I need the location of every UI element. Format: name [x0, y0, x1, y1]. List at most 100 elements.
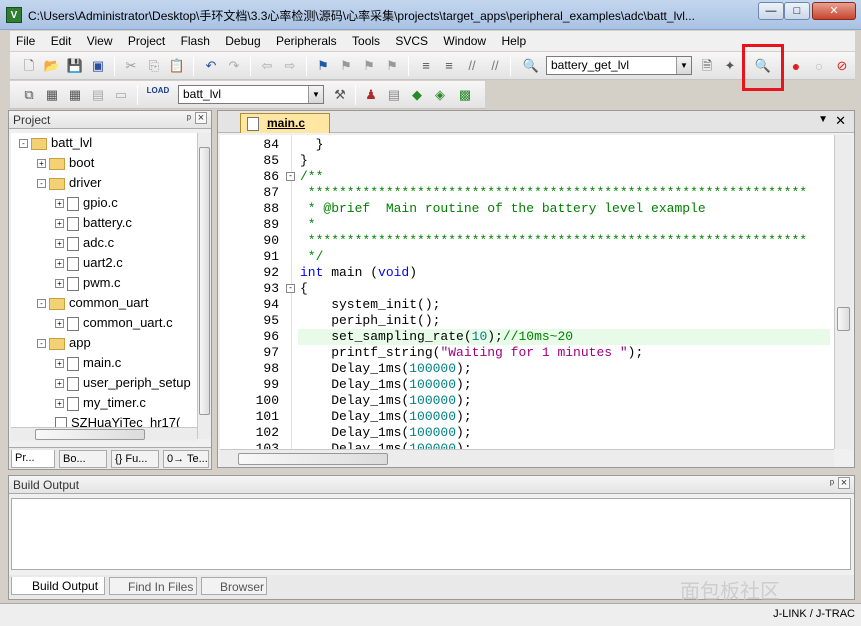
file-extensions-icon[interactable]: ♟: [362, 86, 380, 104]
manage-components-icon[interactable]: ▤: [385, 86, 403, 104]
tree-item[interactable]: + uart2.c: [55, 255, 123, 275]
tab-browser[interactable]: Browser: [201, 577, 267, 595]
tab-find-in-files[interactable]: Find In Files: [109, 577, 197, 595]
copy-button[interactable]: ⎘: [145, 57, 163, 75]
paste-button[interactable]: 📋: [168, 57, 186, 75]
tree-item[interactable]: - batt_lvl: [19, 135, 92, 155]
tree-item[interactable]: + pwm.c: [55, 275, 121, 295]
pack-installer-icon[interactable]: ◆: [408, 86, 426, 104]
target-options-icon[interactable]: ⚒: [331, 86, 349, 104]
next-bookmark-icon[interactable]: ⚑: [360, 57, 378, 75]
menu-tools[interactable]: Tools: [346, 31, 386, 51]
menu-flash[interactable]: Flash: [175, 31, 216, 51]
save-button[interactable]: 💾: [66, 57, 84, 75]
menu-window[interactable]: Window: [437, 31, 492, 51]
pin-icon[interactable]: ᵖ: [187, 113, 191, 125]
tree-item[interactable]: + boot: [37, 155, 94, 175]
nav-back-button[interactable]: ⇦: [258, 57, 276, 75]
undo-button[interactable]: ↶: [202, 57, 220, 75]
maximize-button[interactable]: □: [784, 2, 810, 20]
prev-bookmark-icon[interactable]: ⚑: [337, 57, 355, 75]
expander-icon[interactable]: +: [55, 379, 64, 389]
tree-item[interactable]: + common_uart.c: [55, 315, 173, 335]
expander-icon[interactable]: +: [55, 219, 64, 229]
debug-session-icon[interactable]: ✦: [721, 57, 739, 75]
unindent-icon[interactable]: ≡: [440, 57, 458, 75]
tree-item[interactable]: - common_uart: [37, 295, 148, 315]
tree-item[interactable]: + gpio.c: [55, 195, 118, 215]
stop-build-icon[interactable]: ▭: [112, 86, 130, 104]
expander-icon[interactable]: +: [55, 259, 64, 269]
kill-breakpoints-icon[interactable]: ⊘: [833, 57, 851, 75]
translate-icon[interactable]: ⧉: [20, 86, 38, 104]
tab-list-icon[interactable]: ▼: [818, 114, 828, 125]
tree-item[interactable]: - driver: [37, 175, 102, 195]
expander-icon[interactable]: -: [37, 179, 46, 189]
tree-hscroll[interactable]: [11, 427, 197, 441]
chevron-down-icon[interactable]: ▼: [308, 86, 323, 103]
menu-edit[interactable]: Edit: [45, 31, 78, 51]
tree-item[interactable]: + my_timer.c: [55, 395, 146, 415]
incremental-find-icon[interactable]: 🗎: [698, 57, 716, 75]
open-file-button[interactable]: 📂: [43, 57, 61, 75]
tree-item[interactable]: - app: [37, 335, 91, 355]
menu-file[interactable]: File: [10, 31, 41, 51]
editor-vscroll[interactable]: [834, 135, 852, 449]
expander-icon[interactable]: -: [37, 299, 46, 309]
breakpoint-icon[interactable]: ●: [787, 57, 805, 75]
minimize-button[interactable]: —: [758, 2, 784, 20]
menu-svcs[interactable]: SVCS: [389, 31, 434, 51]
menu-debug[interactable]: Debug: [219, 31, 266, 51]
new-file-button[interactable]: 🗋: [20, 57, 38, 75]
expander-icon[interactable]: +: [55, 239, 64, 249]
menu-peripherals[interactable]: Peripherals: [270, 31, 343, 51]
tab-project[interactable]: Pr...: [11, 450, 55, 468]
close-button[interactable]: ✕: [812, 2, 856, 20]
clear-bookmarks-icon[interactable]: ⚑: [383, 57, 401, 75]
comment-icon[interactable]: //: [463, 57, 481, 75]
expander-icon[interactable]: +: [55, 279, 64, 289]
close-icon[interactable]: ×: [838, 477, 850, 489]
expander-icon[interactable]: +: [37, 159, 46, 169]
editor-hscroll[interactable]: [220, 449, 834, 467]
bookmark-icon[interactable]: ⚑: [314, 57, 332, 75]
fold-icon[interactable]: -: [286, 284, 295, 293]
tab-books[interactable]: Bo...: [59, 450, 107, 468]
code-view[interactable]: 84 85 86 87 88 89 90 91 92 93 94 95 96 97 98 99 100 101 10…: [220, 135, 834, 449]
menu-view[interactable]: View: [81, 31, 119, 51]
fold-icon[interactable]: -: [286, 172, 295, 181]
batch-build-icon[interactable]: ▤: [89, 86, 107, 104]
expander-icon[interactable]: -: [37, 339, 46, 349]
tab-templates[interactable]: 0→ Te...: [163, 450, 209, 468]
tree-item[interactable]: + battery.c: [55, 215, 132, 235]
build-icon[interactable]: ▦: [43, 86, 61, 104]
load-icon[interactable]: LOAD: [146, 86, 170, 104]
nav-forward-button[interactable]: ⇨: [281, 57, 299, 75]
tab-build-output[interactable]: Build Output: [11, 577, 105, 595]
tree-item[interactable]: + main.c: [55, 355, 121, 375]
tree-item[interactable]: + user_periph_setup: [55, 375, 191, 395]
indent-icon[interactable]: ≡: [417, 57, 435, 75]
build-output-text[interactable]: [11, 498, 851, 570]
expander-icon[interactable]: -: [19, 139, 28, 149]
uncomment-icon[interactable]: //: [486, 57, 504, 75]
tree-item[interactable]: + adc.c: [55, 235, 114, 255]
close-icon[interactable]: ×: [195, 112, 207, 124]
expander-icon[interactable]: +: [55, 199, 64, 209]
find-in-files-icon[interactable]: 🔍: [522, 57, 540, 75]
cut-button[interactable]: ✂: [122, 57, 140, 75]
save-all-button[interactable]: ▣: [89, 57, 107, 75]
tab-main-c[interactable]: main.c: [240, 113, 330, 133]
expander-icon[interactable]: +: [55, 359, 64, 369]
select-packs-icon[interactable]: ◈: [431, 86, 449, 104]
chevron-down-icon[interactable]: ▼: [676, 57, 691, 74]
tree-vscroll[interactable]: [197, 133, 211, 439]
rebuild-icon[interactable]: ▦: [66, 86, 84, 104]
menu-project[interactable]: Project: [122, 31, 171, 51]
tab-functions[interactable]: {} Fu...: [111, 450, 159, 468]
pin-icon[interactable]: ᵖ: [830, 478, 834, 490]
menu-help[interactable]: Help: [495, 31, 532, 51]
find-combo[interactable]: battery_get_lvl ▼: [546, 56, 692, 75]
expander-icon[interactable]: +: [55, 399, 64, 409]
close-icon[interactable]: ✕: [835, 113, 846, 129]
